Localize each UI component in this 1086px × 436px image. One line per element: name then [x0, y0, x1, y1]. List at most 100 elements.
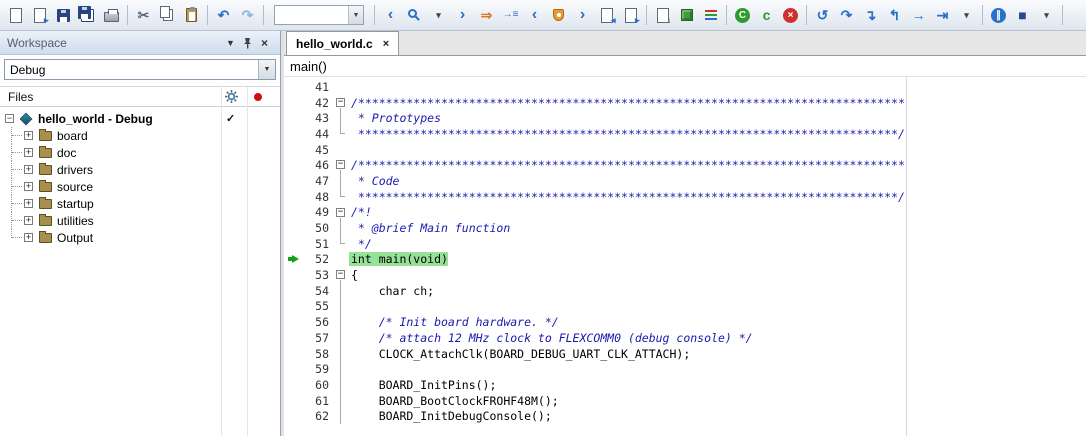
code-text[interactable]: CLOCK_AttachClk(BOARD_DEBUG_UART_CLK_ATT… [349, 347, 690, 361]
tree-item-startup[interactable]: +startup [0, 195, 280, 212]
expand-icon[interactable]: + [24, 182, 33, 191]
debug-without-download-icon-button[interactable]: c [755, 4, 778, 27]
paste-icon-button[interactable] [180, 4, 203, 27]
break-icon-button[interactable]: ∥ [987, 4, 1010, 27]
fold-collapse-icon[interactable]: − [336, 208, 345, 217]
code-line-59[interactable]: 59 [284, 361, 1086, 377]
code-text[interactable]: * Code [349, 174, 399, 188]
tree-item-doc[interactable]: +doc [0, 144, 280, 161]
function-scope-bar[interactable]: main() [284, 56, 1086, 77]
tree-item-label[interactable]: hello_world - Debug [38, 112, 153, 126]
tree-item-label[interactable]: drivers [57, 163, 93, 177]
tree-item-label[interactable]: utilities [57, 214, 94, 228]
code-line-56[interactable]: 56 /* Init board hardware. */ [284, 314, 1086, 330]
code-line-54[interactable]: 54 char ch; [284, 283, 1086, 299]
code-text[interactable]: int main(void) [349, 252, 448, 266]
find-dropdown-icon-button[interactable]: ▾ [427, 4, 450, 27]
expand-icon[interactable]: + [24, 131, 33, 140]
stop-dropdown-icon-button[interactable]: ▾ [1035, 4, 1058, 27]
tree-item-label[interactable]: source [57, 180, 93, 194]
code-line-53[interactable]: 53−{ [284, 267, 1086, 283]
workspace-menu-icon[interactable]: ▼ [222, 38, 239, 48]
breakpoint-gutter[interactable] [284, 283, 306, 299]
prev-file-icon-button[interactable]: ◂ [595, 4, 618, 27]
close-panel-icon[interactable]: × [256, 36, 273, 50]
breakpoint-gutter[interactable] [284, 299, 306, 315]
config-dropdown-arrow-icon[interactable]: ▼ [258, 60, 275, 79]
pin-icon[interactable] [239, 37, 256, 49]
code-line-46[interactable]: 46−/************************************… [284, 157, 1086, 173]
build-log-icon-button[interactable] [699, 4, 722, 27]
fold-collapse-icon[interactable]: − [336, 98, 345, 107]
code-line-51[interactable]: 51 */ [284, 236, 1086, 252]
step-over-icon-button[interactable]: ↷ [835, 4, 858, 27]
nav-back-icon-button[interactable]: ‹ [379, 4, 402, 27]
find-combo-dropdown-icon[interactable]: ▼ [348, 6, 363, 24]
code-text[interactable]: { [349, 268, 358, 282]
make-icon-button[interactable] [675, 4, 698, 27]
code-text[interactable]: BOARD_InitPins(); [349, 378, 496, 392]
download-and-debug-icon-button[interactable]: C [731, 4, 754, 27]
toggle-breakpoint-icon-button[interactable] [547, 4, 570, 27]
code-line-47[interactable]: 47 * Code [284, 173, 1086, 189]
find-combo-value[interactable] [275, 6, 348, 24]
next-file-icon-button[interactable]: ▸ [619, 4, 642, 27]
code-text[interactable]: ****************************************… [349, 190, 905, 204]
goto-icon-button[interactable]: ⇒ [475, 4, 498, 27]
breakpoint-gutter[interactable] [284, 79, 306, 95]
code-line-44[interactable]: 44 *************************************… [284, 126, 1086, 142]
code-area[interactable]: 4142−/**********************************… [284, 77, 1086, 436]
open-document-icon-button[interactable]: ▸ [28, 4, 51, 27]
code-text[interactable]: /* Init board hardware. */ [349, 315, 559, 329]
find-icon-button[interactable] [403, 4, 426, 27]
next-statement-icon-button[interactable]: → [907, 4, 930, 27]
code-text[interactable]: * @brief Main function [349, 221, 510, 235]
breakpoint-gutter[interactable] [284, 189, 306, 205]
tab-close-icon[interactable]: × [383, 38, 389, 50]
breakpoint-gutter[interactable] [284, 236, 306, 252]
code-line-61[interactable]: 61 BOARD_BootClockFROHF48M(); [284, 393, 1086, 409]
files-options-gear-icon[interactable] [225, 90, 238, 106]
code-line-48[interactable]: 48 *************************************… [284, 189, 1086, 205]
tree-item-board[interactable]: +board [0, 127, 280, 144]
breakpoint-gutter[interactable] [284, 267, 306, 283]
breakpoint-gutter[interactable] [284, 252, 306, 268]
save-all-icon-button[interactable] [76, 4, 99, 27]
nav-forward-icon-button[interactable]: › [451, 4, 474, 27]
save-icon-button[interactable] [52, 4, 75, 27]
fold-collapse-icon[interactable]: − [336, 270, 345, 279]
copy-icon-button[interactable] [156, 4, 179, 27]
expand-icon[interactable]: + [24, 148, 33, 157]
code-text[interactable]: BOARD_BootClockFROHF48M(); [349, 394, 559, 408]
tab-hello-world-c[interactable]: hello_world.c × [286, 31, 399, 55]
code-text[interactable]: ****************************************… [349, 127, 905, 141]
tree-item-label[interactable]: startup [57, 197, 94, 211]
code-line-60[interactable]: 60 BOARD_InitPins(); [284, 377, 1086, 393]
breakpoint-gutter[interactable] [284, 110, 306, 126]
code-text[interactable]: BOARD_InitDebugConsole(); [349, 409, 552, 423]
collapse-icon[interactable]: − [5, 114, 14, 123]
breakpoint-gutter[interactable] [284, 330, 306, 346]
breakpoint-gutter[interactable] [284, 157, 306, 173]
breakpoint-gutter[interactable] [284, 95, 306, 111]
breakpoint-gutter[interactable] [284, 377, 306, 393]
tree-item-utilities[interactable]: +utilities [0, 212, 280, 229]
code-line-42[interactable]: 42−/************************************… [284, 95, 1086, 111]
cut-icon-button[interactable]: ✂ [132, 4, 155, 27]
step-out-icon-button[interactable]: ↰ [883, 4, 906, 27]
breakpoint-gutter[interactable] [284, 205, 306, 221]
code-line-49[interactable]: 49−/*! [284, 205, 1086, 221]
code-text[interactable]: /*! [349, 205, 372, 219]
config-dropdown[interactable]: Debug ▼ [4, 59, 276, 80]
find-combo[interactable]: ▼ [274, 5, 364, 25]
code-line-57[interactable]: 57 /* attach 12 MHz clock to FLEXCOMM0 (… [284, 330, 1086, 346]
code-text[interactable]: char ch; [349, 284, 434, 298]
tree-item-hello-world-debug[interactable]: −hello_world - Debug✓ [0, 110, 280, 127]
tree-item-drivers[interactable]: +drivers [0, 161, 280, 178]
breakpoint-gutter[interactable] [284, 314, 306, 330]
undo-icon-button[interactable]: ↶ [212, 4, 235, 27]
code-line-62[interactable]: 62 BOARD_InitDebugConsole(); [284, 408, 1086, 424]
code-line-43[interactable]: 43 * Prototypes [284, 110, 1086, 126]
redo-icon-button[interactable]: ↷ [236, 4, 259, 27]
breakpoint-gutter[interactable] [284, 220, 306, 236]
